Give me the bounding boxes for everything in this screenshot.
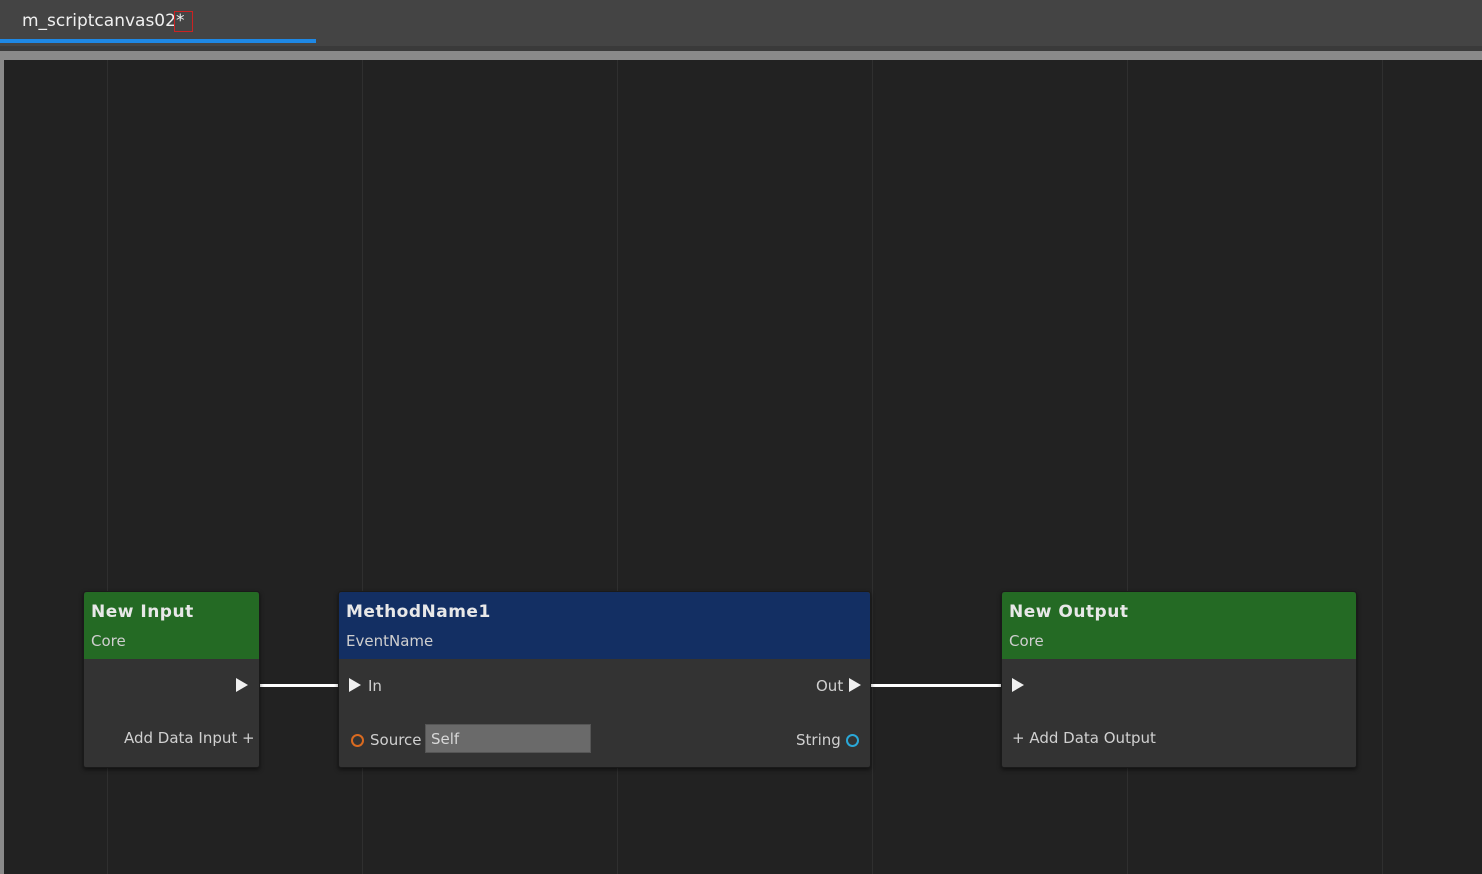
exec-connection-input-to-method[interactable] — [260, 684, 348, 687]
in-label: In — [368, 677, 382, 695]
exec-in-pin[interactable] — [349, 678, 361, 692]
exec-in-pin[interactable] — [1012, 678, 1024, 692]
node-header[interactable]: New Output Core — [1002, 592, 1356, 659]
node-subtitle: EventName — [346, 632, 434, 650]
node-header[interactable]: New Input Core — [84, 592, 259, 659]
node-subtitle: Core — [91, 632, 126, 650]
tab-name: m_scriptcanvas02 — [22, 11, 176, 31]
source-input[interactable]: Self — [425, 724, 591, 753]
add-data-output-button[interactable]: + Add Data Output — [1012, 729, 1156, 747]
node-title: New Output — [1009, 602, 1129, 622]
graph-canvas[interactable]: New Input Core Add Data Input + MethodNa… — [4, 60, 1482, 874]
node-subtitle: Core — [1009, 632, 1044, 650]
node-method[interactable]: MethodName1 EventName In Out Source Self… — [338, 591, 871, 768]
plus-icon: + — [242, 729, 255, 747]
source-pin[interactable] — [351, 734, 364, 747]
exec-out-pin[interactable] — [236, 678, 248, 692]
plus-icon: + — [1012, 729, 1025, 747]
node-header[interactable]: MethodName1 EventName — [339, 592, 870, 659]
tab-scriptcanvas[interactable]: m_scriptcanvas02* — [0, 0, 316, 44]
node-new-input[interactable]: New Input Core Add Data Input + — [83, 591, 260, 768]
node-title: New Input — [91, 602, 194, 622]
string-pin[interactable] — [846, 734, 859, 747]
canvas-top-border — [0, 51, 1482, 60]
tab-title: m_scriptcanvas02* — [22, 11, 194, 32]
tab-bar: m_scriptcanvas02* — [0, 0, 1482, 47]
node-new-output[interactable]: New Output Core + Add Data Output — [1001, 591, 1357, 768]
add-data-input-label: Add Data Input — [124, 729, 238, 747]
add-data-input-button[interactable]: Add Data Input + — [124, 729, 255, 747]
source-label: Source — [370, 731, 422, 749]
string-label: String — [796, 731, 841, 749]
exec-out-pin[interactable] — [849, 678, 861, 692]
out-label: Out — [816, 677, 844, 695]
active-tab-indicator — [0, 39, 316, 43]
add-data-output-label: Add Data Output — [1029, 729, 1156, 747]
exec-connection-method-to-output[interactable] — [870, 684, 1004, 687]
node-title: MethodName1 — [346, 602, 491, 622]
unsaved-marker: * — [173, 11, 194, 32]
